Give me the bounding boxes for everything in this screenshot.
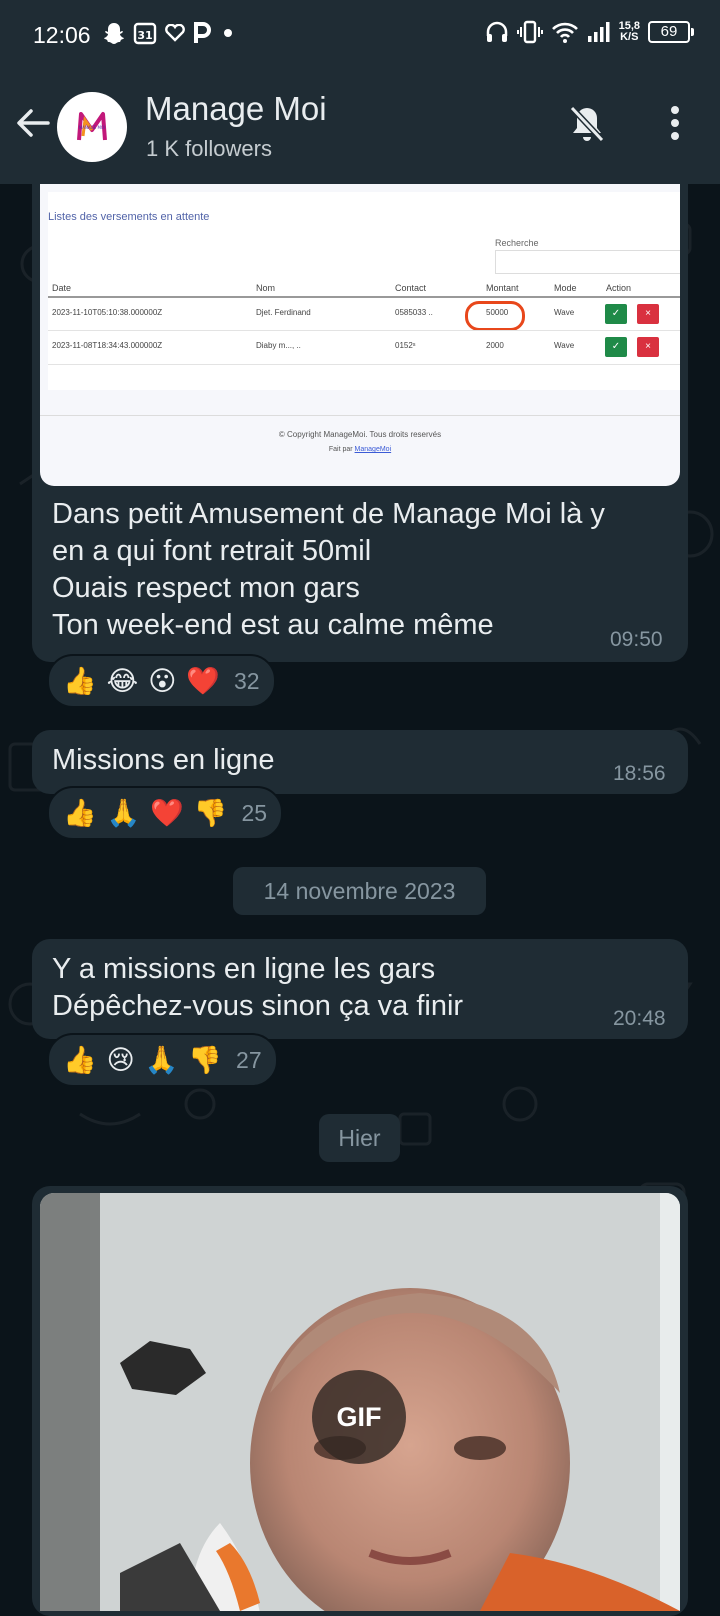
message-text: Dans petit Amusement de Manage Moi là y … — [52, 498, 605, 641]
reactions-bar-1[interactable]: 👍 😂 😮 ❤️ 32 — [47, 654, 276, 708]
thumbs-down-icon: 👎 — [188, 1045, 223, 1075]
screenshot-title: Listes des versements en attente — [48, 211, 210, 223]
dot-icon — [224, 29, 232, 37]
signal-icon — [587, 22, 610, 42]
col-mode: Mode — [554, 283, 577, 293]
col-montant: Montant — [486, 283, 519, 293]
svg-text:31: 31 — [137, 29, 152, 42]
channel-name[interactable]: Manage Moi — [145, 90, 327, 128]
date-separator: Hier — [319, 1114, 400, 1162]
back-arrow-icon[interactable] — [16, 108, 50, 138]
clock: 12:06 — [33, 22, 91, 48]
folded-hands-icon: 🙏 — [106, 798, 141, 828]
row-divider — [48, 364, 680, 365]
manage-moi-logo: MANAGE MOI — [77, 112, 107, 141]
reaction-count: 27 — [236, 1046, 262, 1073]
highlight-circle — [465, 301, 525, 331]
more-options-icon[interactable] — [668, 105, 682, 141]
reject-button: × — [637, 304, 659, 324]
accept-button: ✓ — [605, 304, 627, 324]
message-bubble-3[interactable]: Y a missions en ligne les gars Dépêchez-… — [32, 939, 688, 1039]
reject-button: × — [637, 337, 659, 357]
p-app-icon — [194, 22, 211, 43]
heart-app-icon — [165, 24, 185, 42]
network-speed: 15,8 K/S — [618, 20, 640, 43]
svg-text:MANAGE MOI: MANAGE MOI — [79, 125, 106, 130]
message-bubble-2[interactable]: Missions en ligne 18:56 — [32, 730, 688, 794]
tears-of-joy-icon: 😂 — [106, 665, 139, 696]
message-time: 18:56 — [613, 762, 666, 785]
message-time: 20:48 — [613, 1007, 666, 1030]
reaction-count: 32 — [233, 667, 260, 694]
channel-header: MANAGE MOI Manage Moi 1 K followers — [0, 72, 720, 184]
battery-indicator: 69 — [648, 21, 694, 43]
reactions-bar-3[interactable]: 👍 😢 🙏 👎 27 — [47, 1033, 278, 1087]
table-header-rule — [48, 296, 680, 298]
red-heart-icon: ❤️ — [150, 798, 184, 828]
accept-button: ✓ — [605, 337, 627, 357]
snapchat-icon — [104, 23, 124, 44]
search-input — [495, 250, 680, 274]
col-action: Action — [606, 283, 632, 293]
col-date: Date — [52, 283, 72, 293]
thumbs-down-icon: 👎 — [193, 798, 228, 828]
thumbs-up-icon: 👍 — [63, 1045, 97, 1075]
red-heart-icon: ❤️ — [186, 666, 220, 696]
headphones-icon — [486, 21, 507, 42]
col-contact: Contact — [395, 283, 427, 293]
reactions-bar-2[interactable]: 👍 🙏 ❤️ 👎 25 — [47, 786, 284, 840]
message-text: Missions en ligne — [52, 744, 275, 776]
col-nom: Nom — [256, 283, 276, 293]
status-bar: 12:06 31 15,8 K/S 69 — [0, 0, 720, 72]
message-text: Y a missions en ligne les gars Dépêchez-… — [52, 953, 464, 1022]
surprised-face-icon: 😮 — [148, 665, 177, 696]
copyright-text: © Copyright ManageMoi. Tous droits reser… — [278, 430, 442, 439]
search-label: Recherche — [495, 238, 539, 248]
made-by-text: Fait par ManageMoi — [328, 446, 392, 453]
vibrate-icon — [516, 20, 543, 44]
notification-icons: 31 — [103, 21, 233, 45]
footer-rule — [40, 415, 680, 416]
crying-face-icon: 😢 — [106, 1044, 135, 1075]
channel-avatar[interactable]: MANAGE MOI — [57, 92, 127, 162]
folded-hands-icon: 🙏 — [144, 1045, 179, 1075]
message-time: 09:50 — [610, 628, 663, 651]
system-indicators: 15,8 K/S 69 — [485, 20, 694, 44]
date-separator: 14 novembre 2023 — [233, 867, 486, 915]
attached-screenshot[interactable]: Listes des versements en attente Recherc… — [40, 184, 680, 486]
calendar-app-icon: 31 — [133, 22, 157, 45]
mute-bell-icon[interactable] — [568, 104, 606, 144]
row-divider — [48, 330, 680, 331]
reaction-count: 25 — [241, 799, 268, 826]
thumbs-up-icon: 👍 — [63, 798, 97, 828]
thumbs-up-icon: 👍 — [63, 666, 97, 696]
gif-play-button[interactable]: GIF — [312, 1370, 406, 1464]
followers-count: 1 K followers — [146, 136, 272, 161]
wifi-icon — [551, 22, 578, 43]
